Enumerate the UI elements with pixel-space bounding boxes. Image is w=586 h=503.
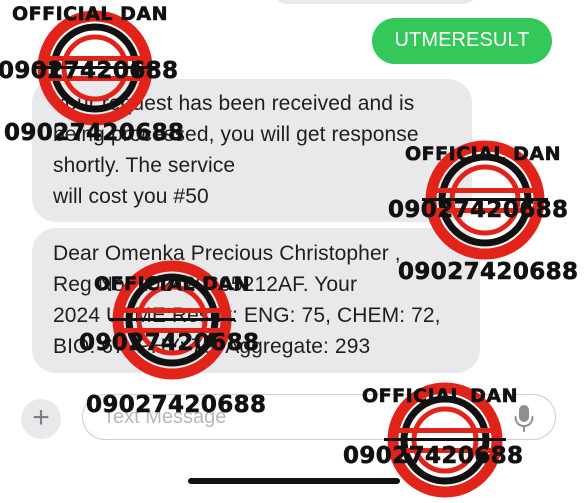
watermark-phone-text: 09027420688 [398, 259, 579, 286]
watermark-brand-text: OFFICIAL DAN [12, 3, 168, 26]
previous-message-bubble [270, 0, 480, 4]
watermark-phone-text: 09027420688 [86, 392, 267, 419]
watermark-brand-text: OFFICIAL DAN [362, 385, 518, 408]
watermark-phone-text: 09027420688 [4, 120, 185, 147]
outgoing-message-bubble[interactable]: UTMERESULT [372, 18, 552, 64]
home-indicator [188, 478, 400, 484]
watermark-phone-text: 09027420688 [388, 197, 569, 224]
watermark-phone-text: 09027420688 [0, 58, 179, 85]
stamp-logo-icon [109, 260, 235, 380]
watermark-phone-text: 09027420688 [79, 330, 260, 357]
plus-icon[interactable]: + [21, 399, 61, 439]
outgoing-message-text: UTMERESULT [394, 29, 530, 51]
messages-screen: UTMERESULT Your request has been receive… [0, 0, 586, 503]
watermark-phone-text: 09027420688 [343, 443, 524, 470]
watermark-brand-text: OFFICIAL DAN [405, 143, 561, 166]
microphone-icon[interactable] [512, 404, 536, 432]
watermark-brand-text: OFFICIAL DAN [94, 273, 250, 296]
plus-label: + [32, 401, 50, 434]
